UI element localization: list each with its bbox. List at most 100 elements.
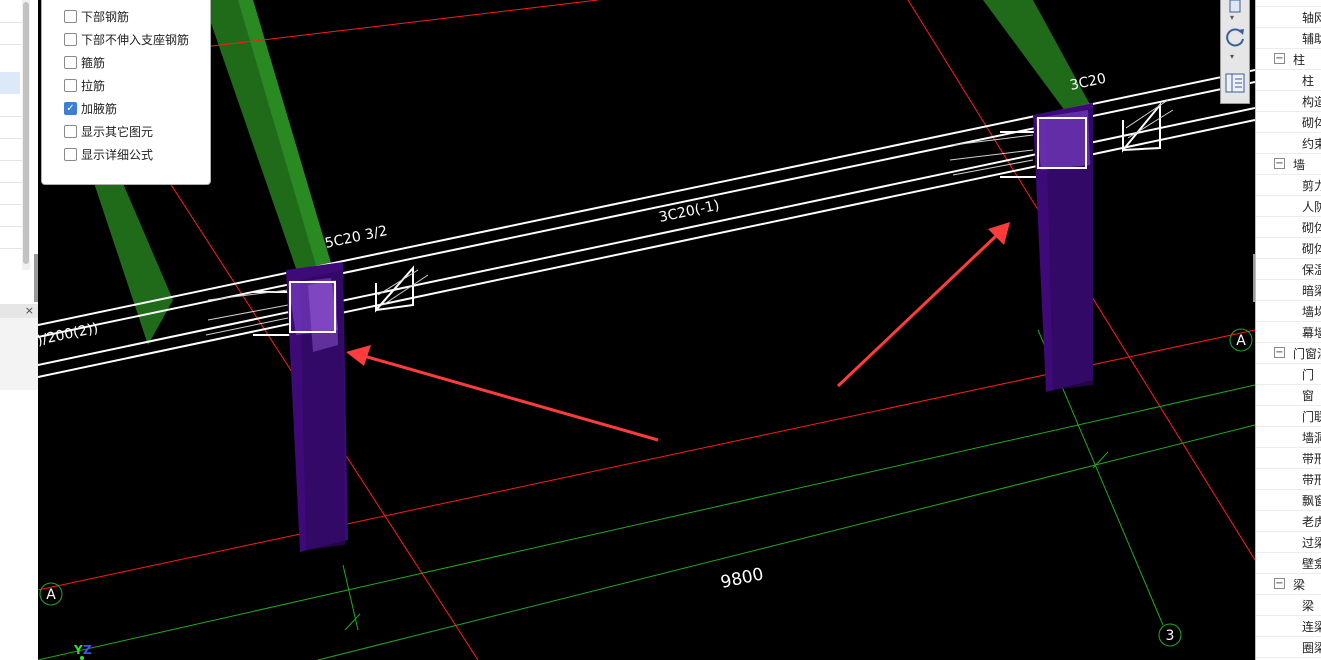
tree-item-label: 带形 [1302,473,1321,487]
tree-item[interactable]: 老虎 [1256,511,1321,532]
option-row[interactable]: 拉筋 [64,75,105,95]
tree-item[interactable]: 轴网 [1256,7,1321,28]
tree-item[interactable]: 柱 [1256,70,1321,91]
rotate-dropdown-icon[interactable]: ▾ [1230,52,1234,61]
tree-group-label: 墙 [1293,158,1306,172]
left-panel-row [0,226,22,227]
tree-item[interactable]: 砌体 [1256,238,1321,259]
checkbox[interactable] [64,147,77,161]
option-label: 下部钢筋 [81,9,130,24]
tree-item[interactable]: 带形 [1256,448,1321,469]
axis-bubble-3: 3 [1158,623,1182,647]
tree-item-label: 窗 [1302,389,1315,403]
tree-item[interactable]: 圈梁 [1256,637,1321,658]
left-panel-row [0,44,22,45]
collapse-toggle-icon[interactable]: − [1274,53,1285,64]
tree-item[interactable]: 砌体 [1256,112,1321,133]
tree-item[interactable]: 墙垛 [1256,301,1321,322]
tree-item[interactable]: 暗梁 [1256,280,1321,301]
tree-group-partial[interactable] [1256,0,1321,7]
rotate-button[interactable] [1224,26,1246,48]
tree-item-label: 壁龛 [1302,557,1321,571]
tree-item[interactable]: 约束 [1256,133,1321,154]
tree-group-label: 梁 [1293,578,1306,592]
tree-item[interactable]: 辅助 [1256,28,1321,49]
view-cube-button[interactable] [1224,0,1246,22]
option-row[interactable]: 下部钢筋 [64,6,129,26]
tree-group[interactable]: − 梁 [1256,574,1321,595]
left-panel-scrollbar[interactable] [22,0,30,270]
tree-item-label: 墙洞 [1302,431,1321,445]
option-row[interactable]: 箍筋 [64,52,105,72]
beam-left-label: )/200(2)) [38,320,100,349]
3d-scene[interactable]: )/200(2)) 5C20 3/2 3C20(-1) 3C20 9800 A … [38,0,1255,660]
tree-item-label: 墙垛 [1302,305,1321,319]
coordinate-axis-indicator: Y Z [73,643,92,660]
checkbox-checked[interactable]: ✓ [64,101,77,115]
tree-item[interactable]: 带形 [1256,469,1321,490]
option-label: 加腋筋 [81,101,118,116]
left-panel-row [0,182,22,183]
tree-item[interactable]: 窗 [1256,385,1321,406]
svg-text:Z: Z [83,643,92,657]
left-panel-close-button[interactable]: × [0,304,38,318]
tree-item[interactable]: 人防 [1256,196,1321,217]
tree-item-label: 飘窗 [1302,494,1321,508]
tree-item[interactable]: 飘窗 [1256,490,1321,511]
view-toolbar: ▾ ▾ [1220,0,1250,104]
svg-text:Y: Y [73,643,83,657]
panel-toggle-icon [1225,73,1245,93]
left-panel-lower-area [0,318,38,390]
checkbox[interactable] [64,78,77,92]
tree-item[interactable]: 剪力 [1256,175,1321,196]
option-row[interactable]: 显示详细公式 [64,144,153,164]
collapse-toggle-icon[interactable]: − [1274,158,1285,169]
tree-item-label: 门 [1302,368,1315,382]
tree-item[interactable]: 保温 [1256,259,1321,280]
tree-item-label: 幕墙 [1302,326,1321,340]
green-beam-right [983,0,1093,115]
green-axis-line [342,564,359,631]
tree-item[interactable]: 砌体 [1256,217,1321,238]
svg-text:3: 3 [1166,628,1175,644]
tree-item[interactable]: 梁 [1256,595,1321,616]
tree-item[interactable]: 门联 [1256,406,1321,427]
tree-item[interactable]: 构造 [1256,91,1321,112]
view-cube-dropdown-icon[interactable]: ▾ [1230,13,1234,22]
3d-viewport[interactable]: )/200(2)) 5C20 3/2 3C20(-1) 3C20 9800 A … [38,0,1255,660]
left-panel-scroll-thumb[interactable] [23,2,29,264]
tree-item[interactable]: 门 [1256,364,1321,385]
tree-group[interactable]: − 柱 [1256,49,1321,70]
checkbox[interactable] [64,32,77,46]
tree-item[interactable]: 幕墙 [1256,322,1321,343]
option-row[interactable]: 下部不伸入支座钢筋 [64,29,189,49]
tree-item-label: 轴网 [1302,11,1321,25]
right-column-rebar-label: 3C20 [1069,71,1108,94]
checkbox[interactable] [64,124,77,138]
annotation-arrow-right [836,222,1010,388]
green-axis-line [317,424,1255,660]
view-cube-icon [1229,0,1241,13]
option-row[interactable]: ✓ 加腋筋 [64,98,117,118]
tree-item[interactable]: 连梁 [1256,616,1321,637]
rebar-display-options-popup: 下部钢筋下部不伸入支座钢筋 箍筋拉筋 ✓ 加腋筋显示其它图元 显示详细公式 [41,0,211,185]
left-panel-selected-row[interactable] [0,72,20,94]
tree-item[interactable]: 墙洞 [1256,427,1321,448]
axis-bubble-a-left: A [39,582,63,606]
tree-item-label: 保温 [1302,263,1321,277]
panel-toggle-button[interactable] [1224,72,1246,94]
tree-group[interactable]: − 墙 [1256,154,1321,175]
tree-item[interactable]: 壁龛 [1256,553,1321,574]
checkbox[interactable] [64,9,77,23]
checkbox[interactable] [64,55,77,69]
tree-item-label: 砌体 [1302,116,1321,130]
collapse-toggle-icon[interactable]: − [1274,347,1285,358]
tree-group[interactable]: −门窗洞 [1256,343,1321,364]
tree-item[interactable]: 过梁 [1256,532,1321,553]
tree-item-label: 剪力 [1302,179,1321,193]
tree-item-label: 老虎 [1302,515,1321,529]
option-row[interactable]: 显示其它图元 [64,121,153,141]
collapse-toggle-icon[interactable]: − [1274,578,1285,589]
dimension-label: 9800 [719,564,765,593]
tree-group-label: 柱 [1293,53,1306,67]
